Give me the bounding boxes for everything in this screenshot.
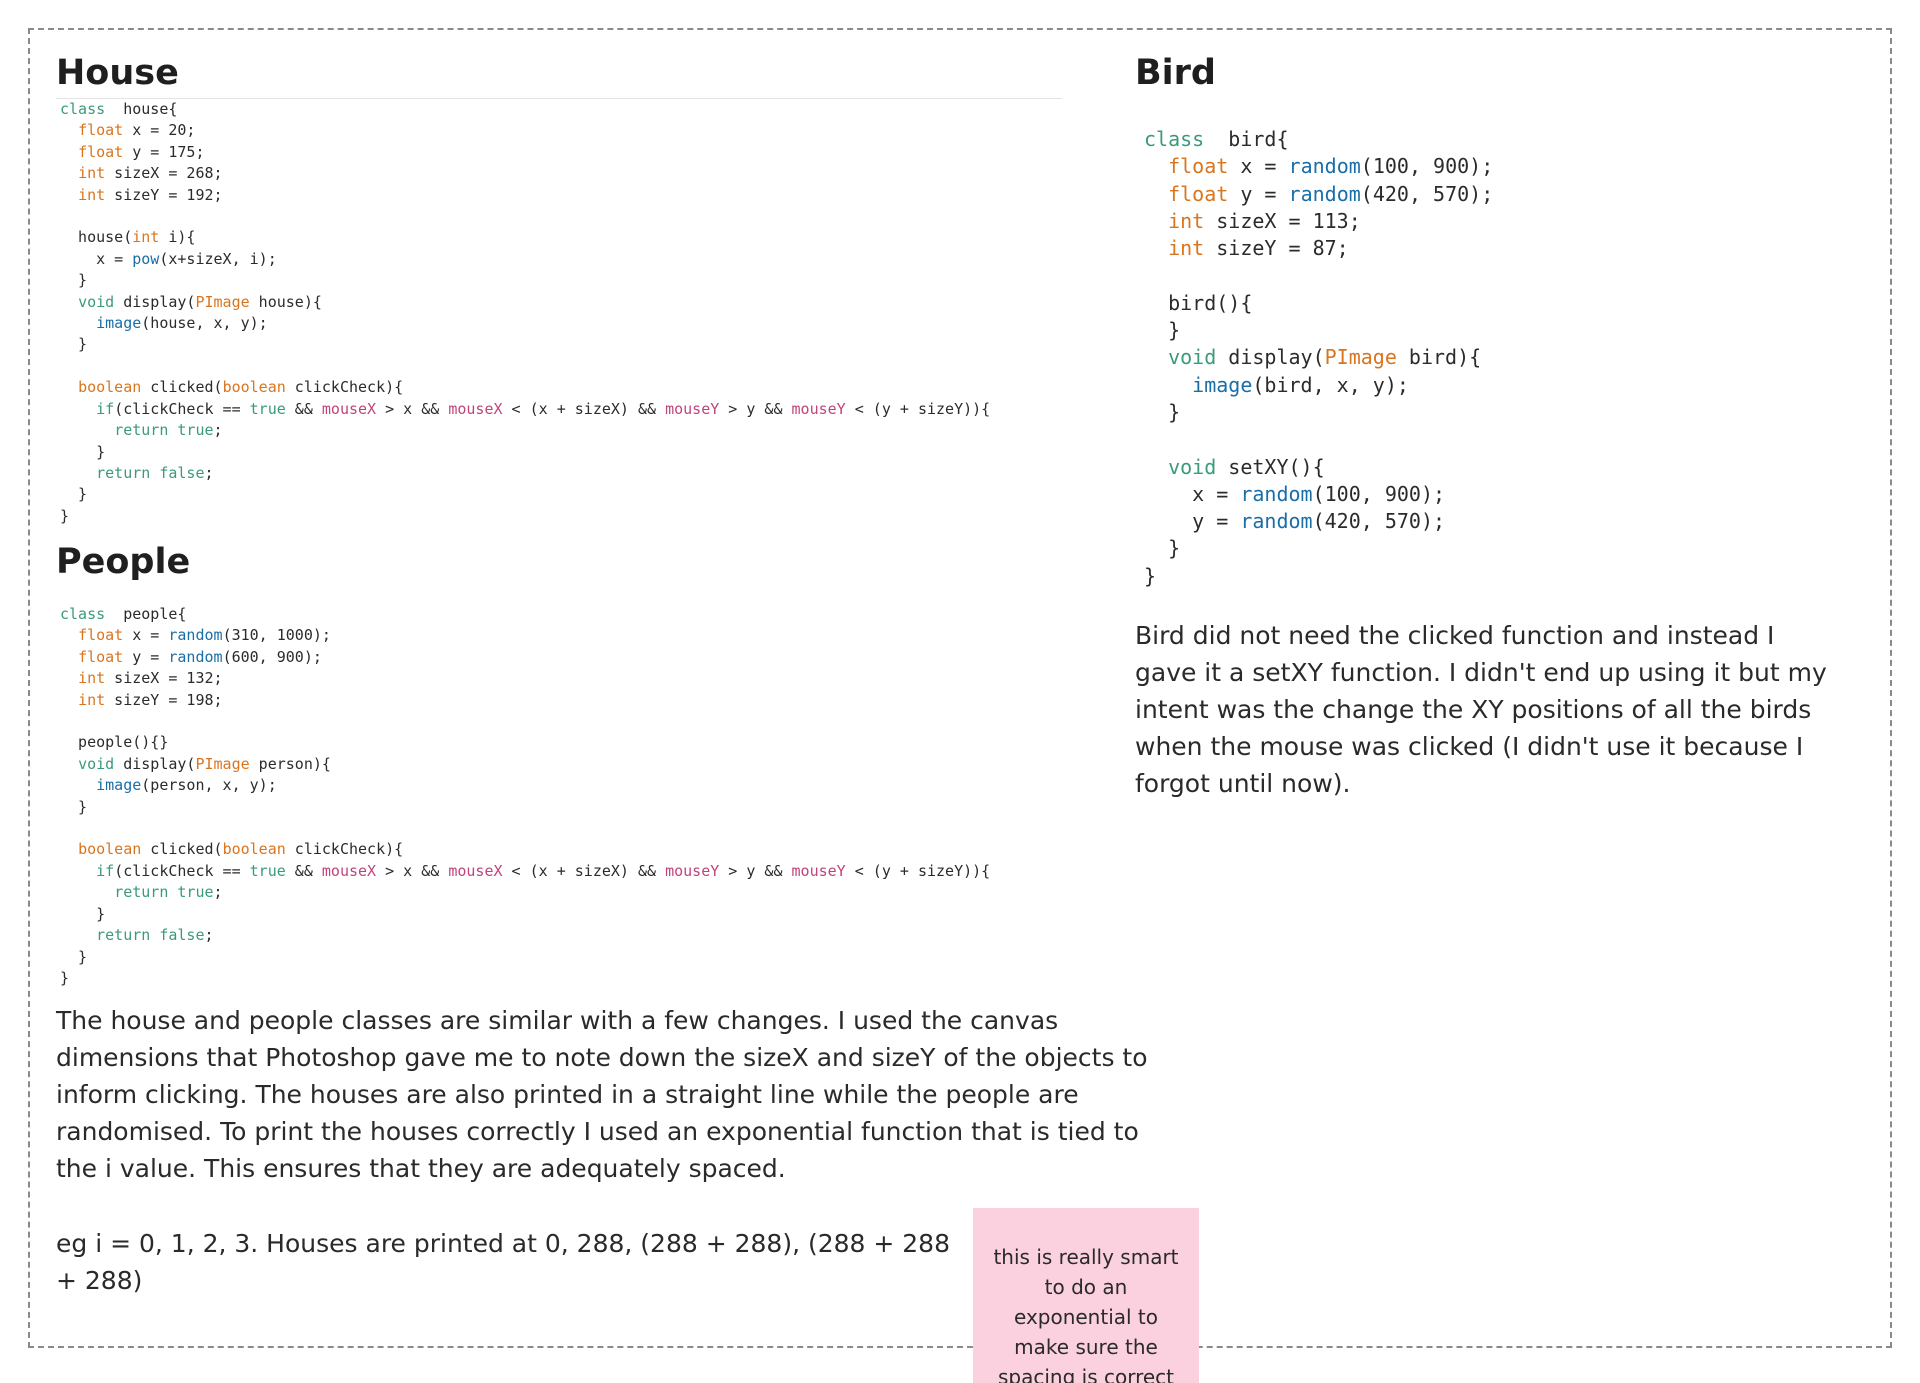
code-line: float x = 20;: [78, 121, 196, 140]
code-line: return false;: [96, 926, 214, 945]
code-line: }: [1144, 318, 1181, 343]
code-line: }: [60, 485, 88, 504]
people-code-block: class people{ float x = random(310, 1000…: [60, 604, 990, 989]
code-line: }: [1144, 536, 1181, 561]
code-line: class house{: [60, 100, 178, 118]
code-line: boolean clicked(boolean clickCheck){: [78, 840, 404, 859]
code-line: }: [60, 442, 106, 461]
code-line: }: [60, 506, 70, 525]
code-line: }: [60, 968, 70, 987]
code-line: void display(PImage house){: [78, 292, 322, 311]
code-line: float x = random(100, 900);: [1168, 154, 1494, 179]
code-line: }: [60, 271, 88, 290]
code-line: image(house, x, y);: [96, 314, 268, 333]
spacing-example: eg i = 0, 1, 2, 3. Houses are printed at…: [56, 1229, 950, 1295]
code-line: }: [60, 947, 88, 966]
code-line: class bird{: [1144, 127, 1289, 151]
code-line: }: [1144, 399, 1181, 424]
bird-explanation: Bird did not need the clicked function a…: [1135, 621, 1827, 798]
code-line: bird(){: [1144, 290, 1253, 315]
code-line: y = random(420, 570);: [1144, 509, 1446, 534]
code-line: float y = 175;: [78, 142, 205, 161]
code-line: void display(PImage bird){: [1168, 345, 1482, 370]
code-line: }: [60, 904, 106, 923]
code-line: int sizeX = 268;: [78, 164, 223, 183]
people-heading: People: [56, 542, 191, 582]
code-line: class people{: [60, 605, 187, 623]
code-line: float x = random(310, 1000);: [78, 626, 331, 645]
code-line: boolean clicked(boolean clickCheck){: [78, 378, 404, 397]
bird-heading: Bird: [1135, 53, 1216, 93]
code-line: people(){}: [60, 733, 169, 752]
code-line: }: [60, 335, 88, 354]
bird-code-block: class bird{ float x = random(100, 900); …: [1144, 126, 1493, 590]
code-line: int sizeY = 198;: [78, 690, 223, 709]
sticky-note-text: this is really smart to do an exponentia…: [993, 1245, 1179, 1383]
code-line: return true;: [114, 883, 223, 902]
code-line: return false;: [96, 463, 214, 482]
code-line: int sizeY = 87;: [1168, 236, 1349, 261]
code-line: image(person, x, y);: [96, 776, 277, 795]
code-line: x = pow(x+sizeX, i);: [60, 249, 277, 268]
code-line: int sizeY = 192;: [78, 185, 223, 204]
code-line: }: [60, 797, 88, 816]
code-line: if(clickCheck == true && mouseX > x && m…: [96, 861, 991, 880]
code-line: int sizeX = 132;: [78, 669, 223, 688]
code-line: image(bird, x, y);: [1192, 372, 1409, 397]
code-line: x = random(100, 900);: [1144, 481, 1446, 506]
house-code-block: class house{ float x = 20; float y = 175…: [60, 99, 990, 527]
house-people-explanation: The house and people classes are similar…: [56, 1006, 1148, 1183]
code-line: return true;: [114, 421, 223, 440]
code-line: int sizeX = 113;: [1168, 208, 1361, 233]
code-line: if(clickCheck == true && mouseX > x && m…: [96, 399, 991, 418]
sticky-note[interactable]: this is really smart to do an exponentia…: [973, 1208, 1199, 1383]
code-line: }: [1144, 563, 1157, 588]
code-line: house(int i){: [60, 228, 196, 247]
house-heading: House: [56, 53, 179, 93]
code-line: void setXY(){: [1168, 454, 1325, 479]
code-line: float y = random(600, 900);: [78, 647, 322, 666]
code-line: void display(PImage person){: [78, 754, 331, 773]
code-line: float y = random(420, 570);: [1168, 181, 1494, 206]
